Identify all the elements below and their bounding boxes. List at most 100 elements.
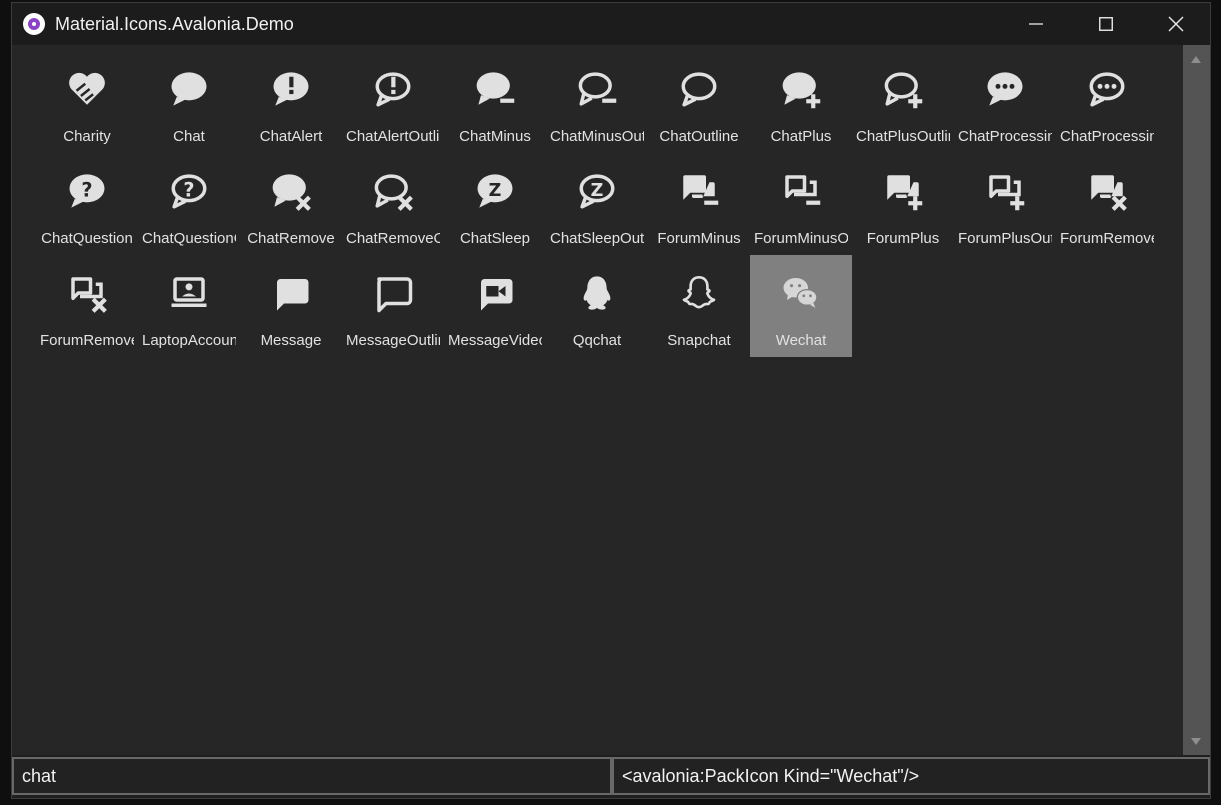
window-title: Material.Icons.Avalonia.Demo: [55, 14, 294, 34]
icon-label: ForumMinusOutline: [754, 230, 848, 247]
wechat-icon: [780, 272, 822, 314]
icon-label: LaptopAccount: [142, 332, 236, 349]
forum-plus-outline-icon: [984, 170, 1026, 212]
close-button[interactable]: [1141, 3, 1210, 45]
chat-icon: [168, 68, 210, 110]
icon-label: Message: [260, 332, 322, 349]
icon-label: ChatPlus: [770, 128, 832, 145]
icon-label: Chat: [173, 128, 205, 145]
icon-label: ChatMinusOutline: [550, 128, 644, 145]
scroll-up-arrow-icon[interactable]: [1191, 56, 1201, 63]
icon-tile-forum-minus[interactable]: ForumMinus: [648, 153, 750, 255]
chat-processing-outline-icon: [1086, 68, 1128, 110]
chat-remove-icon: [270, 170, 312, 212]
icon-grid: Charity Chat ChatAlert ChatAlertOutline Chat…: [36, 51, 1166, 357]
icon-tile-chat-minus-outline[interactable]: ChatMinusOutline: [546, 51, 648, 153]
icon-label: ChatOutline: [659, 128, 739, 145]
icon-label: ForumPlusOutline: [958, 230, 1052, 247]
icon-tile-chat-plus[interactable]: ChatPlus: [750, 51, 852, 153]
icon-tile-chat-question-outline[interactable]: ? ChatQuestionOutline: [138, 153, 240, 255]
icon-tile-laptop-account[interactable]: LaptopAccount: [138, 255, 240, 357]
svg-text:?: ?: [183, 178, 194, 201]
icon-label: Qqchat: [572, 332, 622, 349]
icon-label: ChatQuestion: [41, 230, 133, 247]
icon-tile-message-outline[interactable]: MessageOutline: [342, 255, 444, 357]
close-icon: [1168, 16, 1184, 32]
snapchat-icon: [678, 272, 720, 314]
forum-minus-icon: [678, 170, 720, 212]
chat-remove-outline-icon: [372, 170, 414, 212]
vertical-scrollbar[interactable]: [1183, 45, 1210, 755]
chat-sleep-outline-icon: Z: [576, 170, 618, 212]
icon-tile-chat-processing-outline[interactable]: ChatProcessingOutline: [1056, 51, 1158, 153]
maximize-button[interactable]: [1071, 3, 1141, 45]
avalonia-logo-icon: [23, 13, 45, 35]
bottom-bar: <avalonia:PackIcon Kind="Wechat"/>: [12, 755, 1210, 798]
icon-label: ForumRemoveOutline: [40, 332, 134, 349]
chat-processing-icon: [984, 68, 1026, 110]
icon-tile-chat-alert-outline[interactable]: ChatAlertOutline: [342, 51, 444, 153]
chat-alert-icon: [270, 68, 312, 110]
code-output-text[interactable]: <avalonia:PackIcon Kind="Wechat"/>: [622, 766, 919, 786]
icon-label: ChatAlertOutline: [346, 128, 440, 145]
svg-text:Z: Z: [489, 181, 502, 201]
icon-tile-forum-minus-outline[interactable]: ForumMinusOutline: [750, 153, 852, 255]
chat-sleep-icon: Z: [474, 170, 516, 212]
icon-tile-chat-processing[interactable]: ChatProcessing: [954, 51, 1056, 153]
icon-tile-snapchat[interactable]: Snapchat: [648, 255, 750, 357]
search-field[interactable]: [12, 757, 612, 795]
icon-label: MessageVideo: [448, 332, 542, 349]
chat-minus-outline-icon: [576, 68, 618, 110]
code-output-field[interactable]: <avalonia:PackIcon Kind="Wechat"/>: [612, 757, 1210, 795]
icon-label: ChatSleepOutline: [550, 230, 644, 247]
icon-label: ChatPlusOutline: [856, 128, 950, 145]
minimize-icon: [1029, 23, 1043, 25]
icon-tile-chat[interactable]: Chat: [138, 51, 240, 153]
icon-tile-chat-sleep[interactable]: Z ChatSleep: [444, 153, 546, 255]
icon-tile-message[interactable]: Message: [240, 255, 342, 357]
icon-label: ChatRemoveOutline: [346, 230, 440, 247]
forum-minus-outline-icon: [780, 170, 822, 212]
icon-label: Charity: [63, 128, 111, 145]
icon-label: ChatProcessing: [958, 128, 1052, 145]
icon-tile-chat-plus-outline[interactable]: ChatPlusOutline: [852, 51, 954, 153]
laptop-account-icon: [168, 272, 210, 314]
search-input[interactable]: [22, 759, 602, 793]
icon-tile-forum-remove-outline[interactable]: ForumRemoveOutline: [36, 255, 138, 357]
charity-icon: [66, 68, 108, 110]
icon-label: ChatSleep: [459, 230, 531, 247]
icon-tile-chat-outline[interactable]: ChatOutline: [648, 51, 750, 153]
icon-tile-chat-alert[interactable]: ChatAlert: [240, 51, 342, 153]
svg-text:?: ?: [81, 178, 92, 201]
icon-tile-chat-remove-outline[interactable]: ChatRemoveOutline: [342, 153, 444, 255]
icon-tile-forum-remove[interactable]: ForumRemove: [1056, 153, 1158, 255]
icon-label: Snapchat: [667, 332, 731, 349]
scroll-down-arrow-icon[interactable]: [1191, 738, 1201, 745]
icon-tile-chat-sleep-outline[interactable]: Z ChatSleepOutline: [546, 153, 648, 255]
icon-tile-charity[interactable]: Charity: [36, 51, 138, 153]
icon-tile-wechat[interactable]: Wechat: [750, 255, 852, 357]
icon-label: ChatProcessingOutline: [1060, 128, 1154, 145]
minimize-button[interactable]: [1001, 3, 1071, 45]
icon-label: ForumMinus: [657, 230, 741, 247]
chat-plus-icon: [780, 68, 822, 110]
icon-tile-chat-question[interactable]: ? ChatQuestion: [36, 153, 138, 255]
chat-question-icon: ?: [66, 170, 108, 212]
icon-label: ForumRemove: [1060, 230, 1154, 247]
message-video-icon: [474, 272, 516, 314]
message-outline-icon: [372, 272, 414, 314]
qqchat-icon: [576, 272, 618, 314]
icon-tile-forum-plus[interactable]: ForumPlus: [852, 153, 954, 255]
icon-tile-qqchat[interactable]: Qqchat: [546, 255, 648, 357]
chat-minus-icon: [474, 68, 516, 110]
icon-tile-chat-minus[interactable]: ChatMinus: [444, 51, 546, 153]
title-bar[interactable]: Material.Icons.Avalonia.Demo: [12, 3, 1210, 45]
icon-label: ChatAlert: [259, 128, 323, 145]
icon-tile-forum-plus-outline[interactable]: ForumPlusOutline: [954, 153, 1056, 255]
icon-tile-chat-remove[interactable]: ChatRemove: [240, 153, 342, 255]
icon-tile-message-video[interactable]: MessageVideo: [444, 255, 546, 357]
icon-label: Wechat: [775, 332, 827, 349]
maximize-icon: [1099, 17, 1113, 31]
icon-label: MessageOutline: [346, 332, 440, 349]
icon-list-panel: Charity Chat ChatAlert ChatAlertOutline Chat…: [12, 45, 1184, 755]
